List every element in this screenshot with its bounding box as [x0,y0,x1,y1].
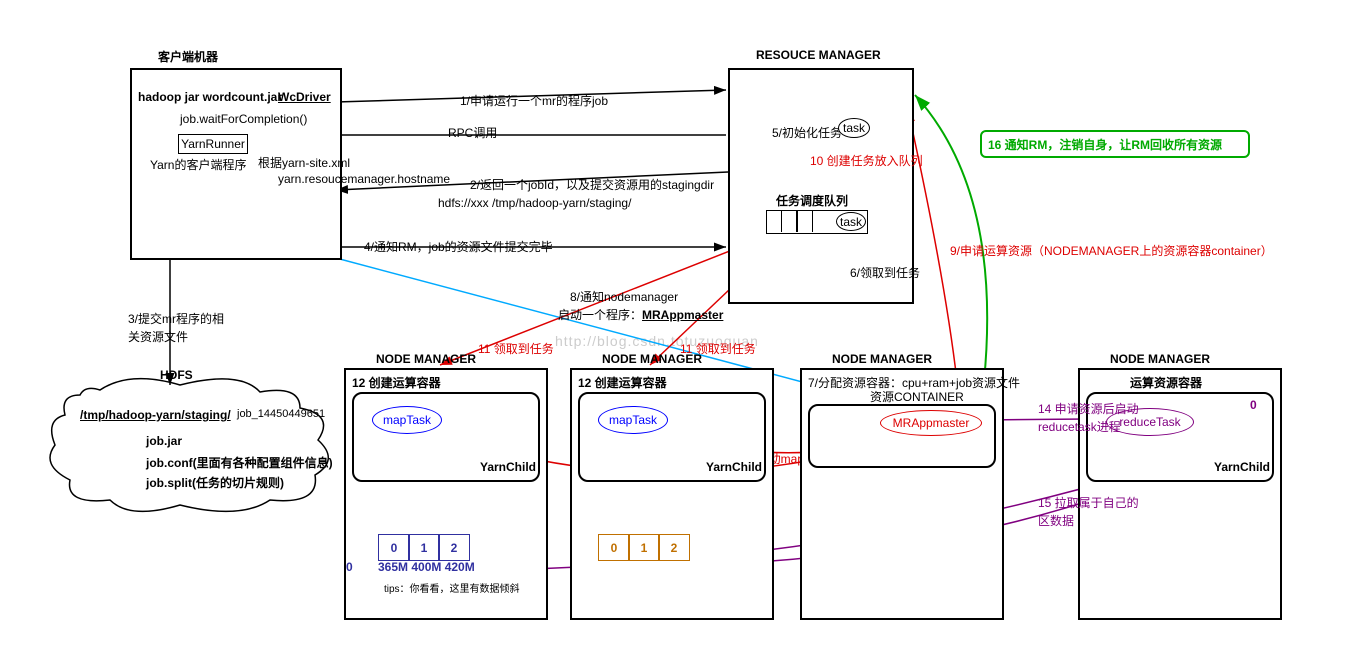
nm2-title: NODE MANAGER [602,352,702,366]
step4: 4/通知RM，job的资源文件提交完毕 [364,238,553,255]
queue-cell2 [796,210,813,232]
nm2-p2: 2 [658,534,690,561]
nm1-p0: 0 [378,534,410,561]
reduce-0: 0 [1250,398,1257,412]
rm-hostname: yarn.resoucemanager.hostname [278,172,450,186]
nm2-p1: 1 [628,534,660,561]
nm4-compute: 运算资源容器 [1130,374,1202,391]
task-oval-2: task [836,212,866,231]
yarn-desc: Yarn的客户端程序 [150,156,246,173]
rpc-label: RPC调用 [448,124,497,141]
step9: 9/申请运算资源（NODEMANAGER上的资源容器container） [950,242,1273,259]
client-driver: WcDriver [278,90,331,104]
nm2-p0: 0 [598,534,630,561]
step1: 1/申请运行一个mr的程序job [460,92,608,109]
nm1-maptask: mapTask [372,406,442,434]
step6: 6/领取到任务 [850,264,920,281]
step3a: 3/提交mr程序的相 [128,310,224,327]
step11-a: 11 领取到任务 [478,340,554,357]
rm-title: RESOUCE MANAGER [756,48,881,62]
step10: 10 创建任务放入队列 [810,152,923,169]
nm2-yarnchild: YarnChild [706,460,762,474]
step15a: 15 拉取属于自己的 [1038,494,1139,511]
mrapp-label: MRAppmaster [893,416,970,430]
client-title: 客户端机器 [158,48,218,65]
step15b: 区数据 [1038,512,1074,529]
nm2-maptask-label: mapTask [609,413,657,427]
task-label-2: task [840,215,862,229]
yarnrunner-box: YarnRunner [178,134,248,154]
nm1-tips: tips：你看看，这里有数据倾斜 [384,580,520,595]
hdfs-jobid: job_14450449651 [237,408,325,420]
hdfs-split: job.split(任务的切片规则) [146,474,284,491]
nm1-zero: 0 [346,560,353,574]
step8b: 启动一个程序：MRAppmaster [558,306,723,323]
nm4-yarnchild: YarnChild [1214,460,1270,474]
step8a: 8/通知nodemanager [570,288,678,305]
yarn-site: 根据yarn-site.xml [258,154,350,171]
nm1-yarnchild: YarnChild [480,460,536,474]
nm1-p2: 2 [438,534,470,561]
nm4-title: NODE MANAGER [1110,352,1210,366]
task-oval-1: task [838,118,870,138]
step7b: 资源CONTAINER [870,388,964,405]
client-cmd: hadoop jar wordcount.jar [138,90,282,104]
hdfs-path: /tmp/hadoop-yarn/staging/ [80,408,231,422]
hdfs-title: HDFS [160,368,193,382]
step16-label: 16 通知RM，注销自身，让RM回收所有资源 [988,136,1222,153]
step5: 5/初始化任务 [772,124,842,141]
step16-box: 16 通知RM，注销自身，让RM回收所有资源 [980,130,1250,158]
yarnrunner-label: YarnRunner [181,137,245,151]
step2: 2/返回一个jobId，以及提交资源用的stagingdir [470,176,714,193]
nm3-title: NODE MANAGER [832,352,932,366]
nm1-title: NODE MANAGER [376,352,476,366]
nm1-step12: 12 创建运算容器 [352,374,441,391]
nm2-step12: 12 创建运算容器 [578,374,667,391]
step14a: 14 申请资源后启动 [1038,400,1139,417]
step3b: 关资源文件 [128,328,188,345]
hdfs-jar: job.jar [146,434,182,448]
queue-title: 任务调度队列 [776,192,848,209]
step2-path: hdfs://xxx /tmp/hadoop-yarn/staging/ [438,196,631,210]
task-label-1: task [843,121,865,135]
hdfs-conf: job.conf(里面有各种配置组件信息) [146,454,333,471]
step14b: reducetask进程 [1038,418,1121,435]
reduce-label: reduceTask [1119,415,1180,429]
nm2-maptask: mapTask [598,406,668,434]
client-wait: job.waitForCompletion() [180,112,307,126]
mrappmaster-oval: MRAppmaster [880,410,982,436]
nm1-maptask-label: mapTask [383,413,431,427]
nm1-sizes: 365M 400M 420M [378,560,475,574]
nm1-p1: 1 [408,534,440,561]
